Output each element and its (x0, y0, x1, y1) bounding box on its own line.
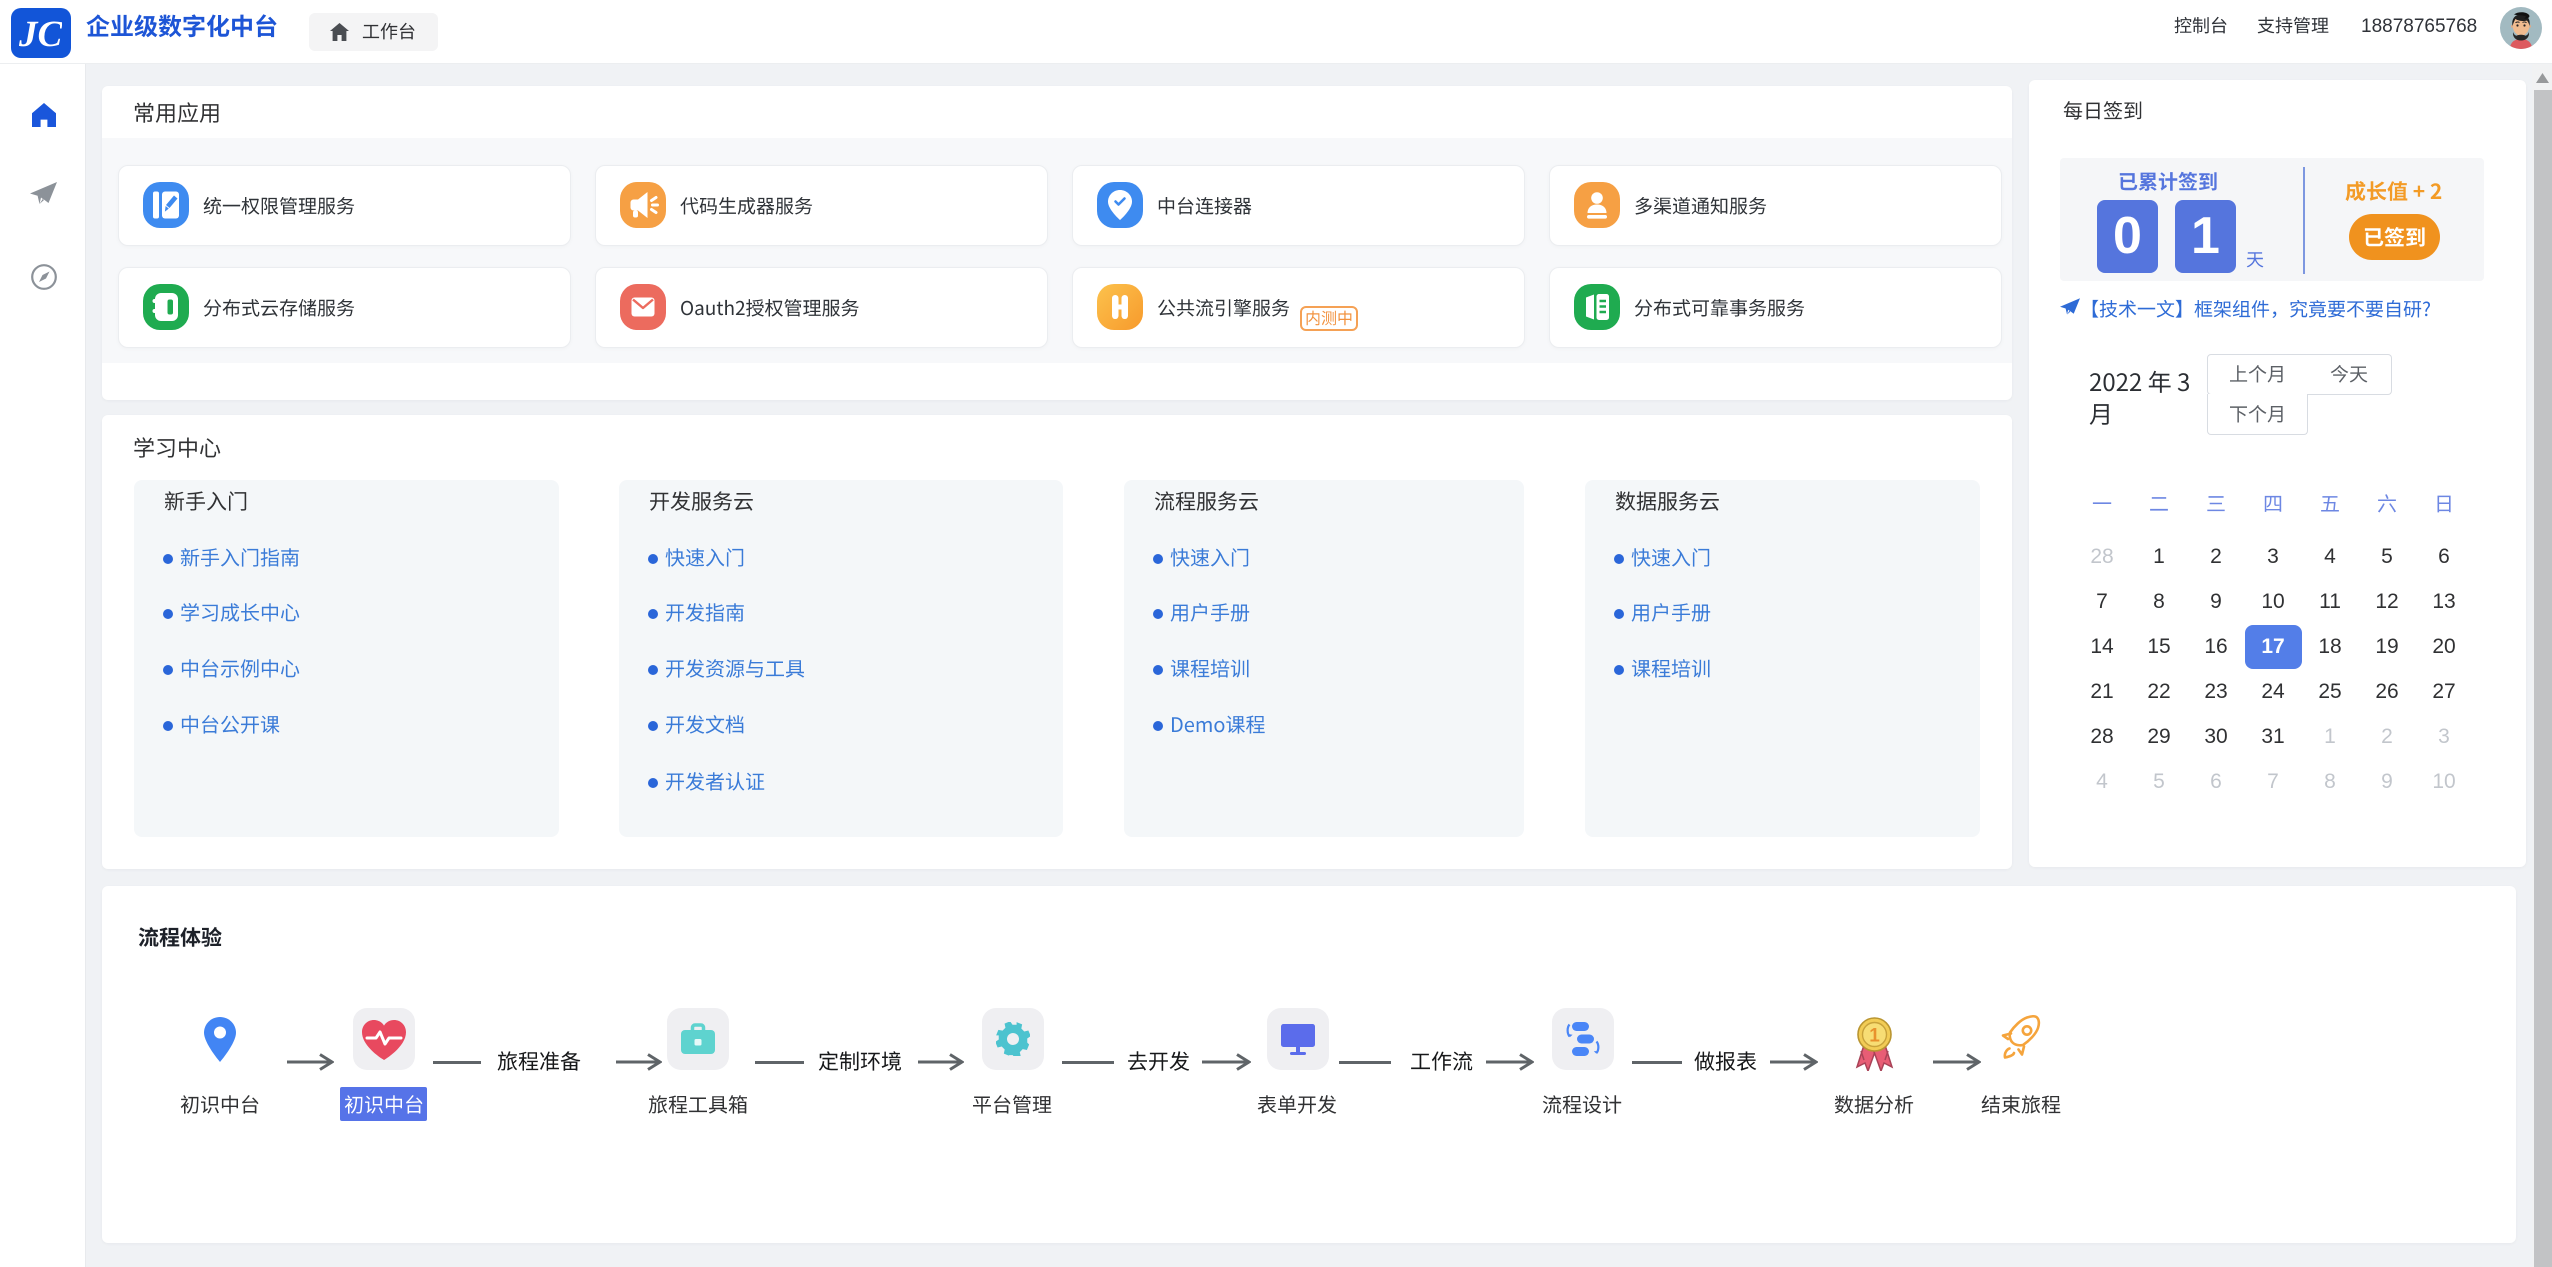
svg-text:1: 1 (1869, 1026, 1880, 1047)
